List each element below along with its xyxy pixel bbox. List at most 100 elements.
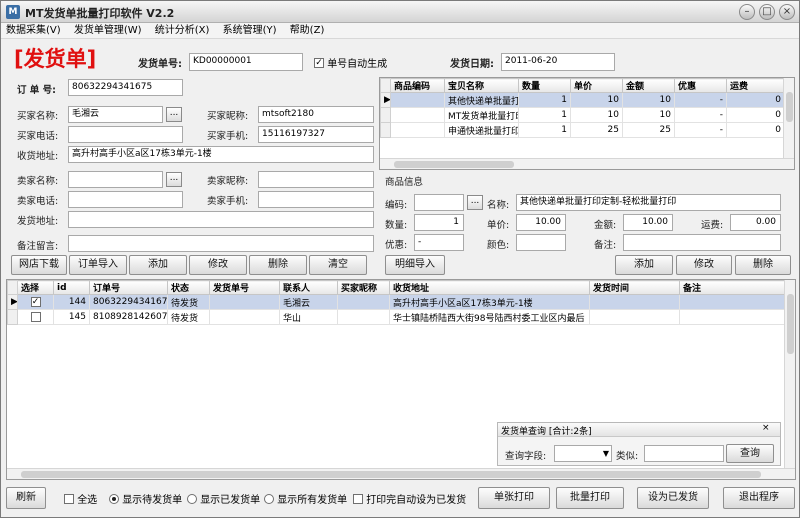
seller-phone-input[interactable] xyxy=(68,191,183,208)
add-order-button[interactable]: 添加 xyxy=(129,255,187,275)
maximize-button[interactable]: □ xyxy=(759,4,775,20)
table-cell[interactable]: 144 xyxy=(53,294,90,310)
table-row[interactable]: ▶ ✓ 144 80632294341675 待发货 毛湘云 高升村高手小区a区… xyxy=(7,294,786,310)
ship-date-input[interactable]: 2011-06-20 xyxy=(501,53,615,71)
delete-goods-button[interactable]: 删除 xyxy=(735,255,791,275)
column-header[interactable]: 买家昵称 xyxy=(337,280,390,295)
select-all-checkbox[interactable]: 全选 xyxy=(64,491,97,506)
table-cell[interactable] xyxy=(679,294,786,310)
table-cell[interactable]: 0 xyxy=(726,92,785,108)
column-header[interactable]: 发货时间 xyxy=(589,280,680,295)
orders-vertical-scrollbar[interactable] xyxy=(784,280,795,468)
order-no-input[interactable]: 80632294341675 xyxy=(68,79,183,96)
seller-name-input[interactable] xyxy=(68,171,163,188)
table-row[interactable]: MT发货单批量打印 1 10 10 - 0 xyxy=(380,107,785,123)
table-cell[interactable]: 高升村高手小区a区17栋3单元-1楼 xyxy=(389,294,590,310)
goods-note-input[interactable] xyxy=(623,234,781,251)
orders-horizontal-scrollbar[interactable] xyxy=(7,468,795,479)
goods-name-input[interactable]: 其他快递单批量打印定制-轻松批量打印 xyxy=(516,194,781,211)
column-header[interactable]: 联系人 xyxy=(279,280,338,295)
goods-code-input[interactable] xyxy=(414,194,464,211)
table-cell[interactable]: 0 xyxy=(726,122,785,138)
table-cell[interactable] xyxy=(390,92,445,108)
table-cell[interactable]: 1 xyxy=(518,92,571,108)
detail-import-button[interactable]: 明细导入 xyxy=(385,255,445,275)
table-cell[interactable]: 145 xyxy=(53,309,90,325)
panel-close-icon[interactable]: × xyxy=(762,423,770,433)
menu-data-collect[interactable]: 数据采集(V) xyxy=(1,23,66,39)
column-header[interactable]: 宝贝名称 xyxy=(444,78,519,93)
column-header[interactable]: 优惠 xyxy=(674,78,727,93)
buyer-name-input[interactable]: 毛湘云 xyxy=(68,106,163,123)
invoice-no-input[interactable]: KD00000001 xyxy=(189,53,303,71)
table-cell[interactable]: 申通快递批量打印 xyxy=(444,122,519,138)
row-select-checkbox[interactable]: ✓ xyxy=(17,294,54,310)
table-cell[interactable]: 华山 xyxy=(279,309,338,325)
buyer-lookup-button[interactable]: ... xyxy=(166,107,182,122)
table-cell[interactable]: - xyxy=(674,107,727,123)
exit-button[interactable]: 退出程序 xyxy=(723,487,795,509)
table-cell[interactable]: - xyxy=(674,122,727,138)
edit-goods-button[interactable]: 修改 xyxy=(676,255,732,275)
table-row[interactable]: 145 81089281426075 待发货 华山 华士镇陆桥陆西大街98号陆西… xyxy=(7,309,786,325)
shop-download-button[interactable]: 网店下载 xyxy=(11,255,67,275)
table-cell[interactable]: 0 xyxy=(726,107,785,123)
table-cell[interactable]: 待发货 xyxy=(167,309,210,325)
scroll-thumb[interactable] xyxy=(786,92,793,122)
goods-discount-input[interactable]: - xyxy=(414,234,464,251)
table-cell[interactable]: MT发货单批量打印 xyxy=(444,107,519,123)
table-cell[interactable] xyxy=(589,309,680,325)
goods-price-input[interactable]: 10.00 xyxy=(516,214,566,231)
goods-vertical-scrollbar[interactable] xyxy=(783,78,794,158)
table-cell[interactable] xyxy=(209,294,280,310)
clear-button[interactable]: 清空 xyxy=(309,255,367,275)
goods-horizontal-scrollbar[interactable] xyxy=(380,158,794,169)
column-header[interactable]: 金额 xyxy=(622,78,675,93)
table-cell[interactable]: 待发货 xyxy=(167,294,210,310)
table-cell[interactable]: 其他快递单批量打 xyxy=(444,92,519,108)
table-cell[interactable]: 10 xyxy=(570,107,623,123)
table-row[interactable]: 申通快递批量打印 1 25 25 - 0 xyxy=(380,122,785,138)
refresh-button[interactable]: 刷新 xyxy=(6,487,46,509)
buyer-nick-input[interactable]: mtsoft2180 xyxy=(258,106,374,123)
add-goods-button[interactable]: 添加 xyxy=(615,255,673,275)
delete-order-button[interactable]: 删除 xyxy=(249,255,307,275)
table-row[interactable]: ▶ 其他快递单批量打 1 10 10 - 0 xyxy=(380,92,785,108)
column-header[interactable]: 商品编码 xyxy=(390,78,445,93)
ship-address-input[interactable]: 高升村高手小区a区17栋3单元-1楼 xyxy=(68,146,374,163)
seller-lookup-button[interactable]: ... xyxy=(166,172,182,187)
menu-statistics[interactable]: 统计分析(X) xyxy=(150,23,215,39)
table-cell[interactable]: 1 xyxy=(518,122,571,138)
show-shipped-radio[interactable]: 显示已发货单 xyxy=(187,491,260,506)
auto-number-checkbox[interactable]: ✓ 单号自动生成 xyxy=(314,55,387,70)
menu-invoice-manage[interactable]: 发货单管理(W) xyxy=(69,23,147,39)
table-cell[interactable]: 毛湘云 xyxy=(279,294,338,310)
menu-help[interactable]: 帮助(Z) xyxy=(285,23,330,39)
column-header[interactable]: 运费 xyxy=(726,78,785,93)
table-cell[interactable] xyxy=(209,309,280,325)
goods-amount-input[interactable]: 10.00 xyxy=(623,214,673,231)
set-shipped-button[interactable]: 设为已发货 xyxy=(637,487,709,509)
column-header[interactable]: 订单号 xyxy=(89,280,168,295)
buyer-phone-input[interactable] xyxy=(68,126,183,143)
table-cell[interactable] xyxy=(679,309,786,325)
goods-freight-input[interactable]: 0.00 xyxy=(730,214,781,231)
table-cell[interactable]: 25 xyxy=(622,122,675,138)
query-field-select[interactable]: ▼ xyxy=(554,445,612,462)
goods-lookup-button[interactable]: ... xyxy=(467,195,483,210)
table-cell[interactable]: 华士镇陆桥陆西大街98号陆西村委工业区内最后 xyxy=(389,309,590,325)
table-cell[interactable] xyxy=(589,294,680,310)
buyer-mobile-input[interactable]: 15116197327 xyxy=(258,126,374,143)
row-select-checkbox[interactable] xyxy=(17,309,54,325)
table-cell[interactable] xyxy=(337,294,390,310)
table-cell[interactable]: - xyxy=(674,92,727,108)
print-batch-button[interactable]: 批量打印 xyxy=(556,487,624,509)
goods-qty-input[interactable]: 1 xyxy=(414,214,464,231)
table-cell[interactable]: 10 xyxy=(570,92,623,108)
table-cell[interactable]: 25 xyxy=(570,122,623,138)
query-type-input[interactable] xyxy=(644,445,724,462)
send-address-input[interactable] xyxy=(68,211,374,228)
column-header[interactable]: 发货单号 xyxy=(209,280,280,295)
column-header[interactable]: 状态 xyxy=(167,280,210,295)
column-header[interactable]: 备注 xyxy=(679,280,786,295)
